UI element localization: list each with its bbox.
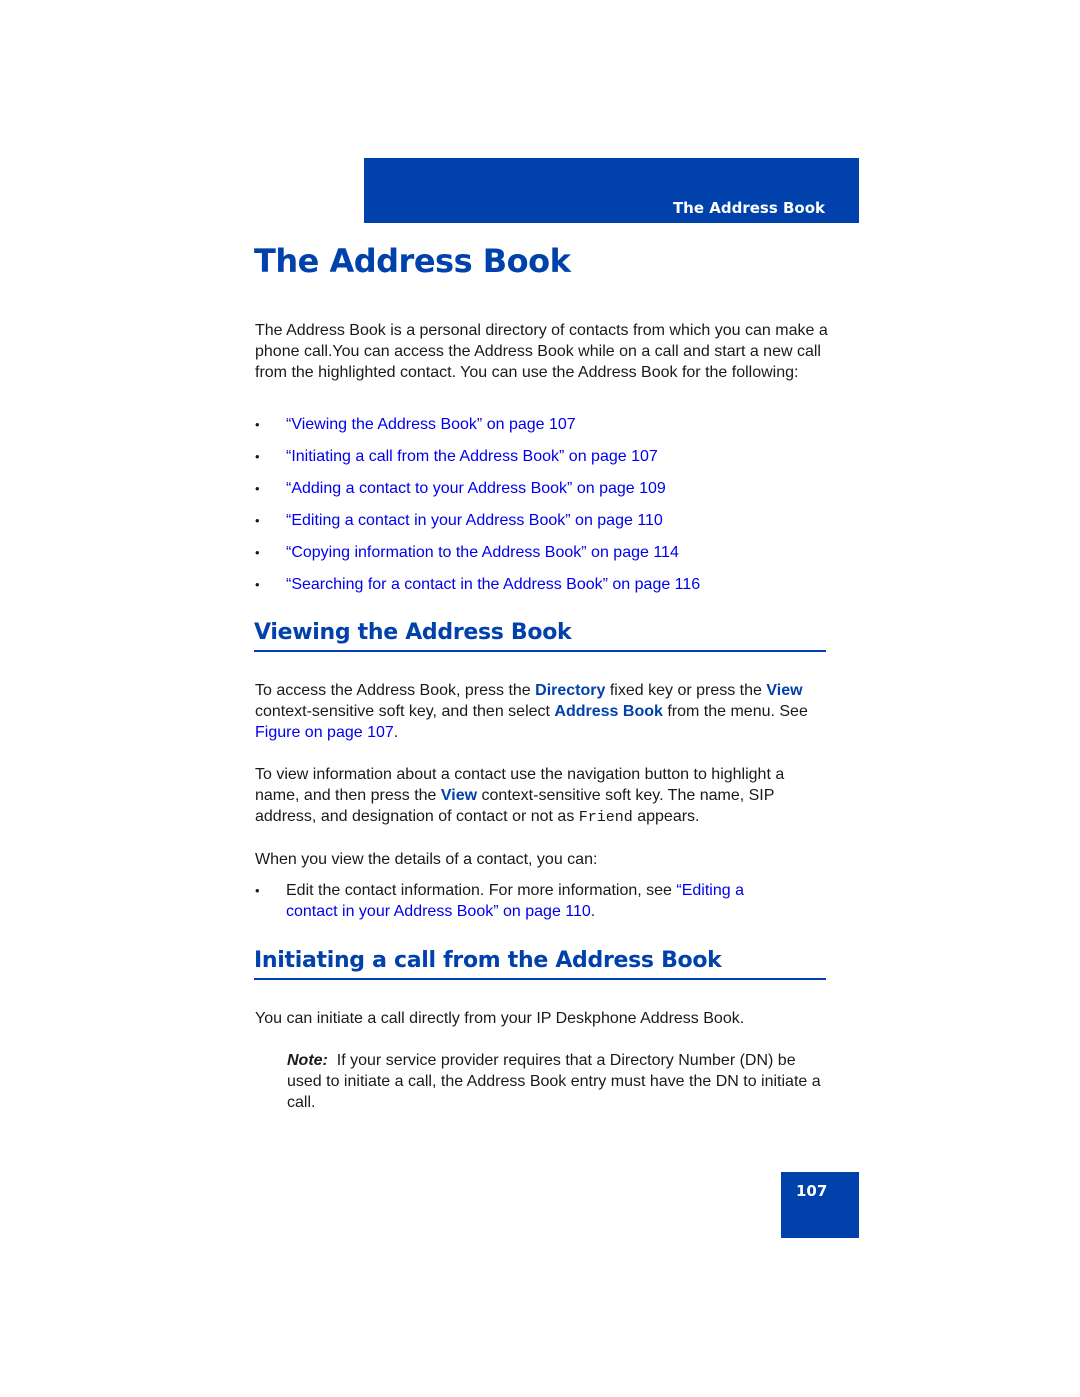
list-item: • “Searching for a contact in the Address… [255, 574, 700, 606]
viewing-paragraph-1: To access the Address Book, press the Di… [255, 680, 830, 743]
link-editing[interactable]: “Editing a contact in your Address Book”… [286, 512, 663, 529]
link-figure[interactable]: Figure on page 107 [255, 724, 394, 741]
link-viewing[interactable]: “Viewing the Address Book” on page 107 [286, 416, 576, 433]
list-item: • “Copying information to the Address Boo… [255, 542, 700, 574]
viewing-paragraph-2: To view information about a contact use … [255, 764, 830, 828]
initiating-paragraph: You can initiate a call directly from yo… [255, 1010, 745, 1027]
viewing-paragraph-3: When you view the details of a contact, … [255, 851, 598, 868]
text-run: . [590, 903, 596, 920]
keyword-address-book: Address Book [554, 703, 663, 720]
list-item: • “Viewing the Address Book” on page 107 [255, 414, 700, 446]
bullet-icon: • [255, 545, 260, 560]
text-run: appears. [632, 808, 700, 825]
heading-initiating: Initiating a call from the Address Book [254, 948, 826, 980]
text-run: To access the Address Book, press the [255, 682, 536, 699]
running-header-title: The Address Book [672, 199, 825, 217]
bullet-icon: • [255, 513, 260, 528]
text-run: Edit the contact information. For more i… [286, 882, 677, 899]
keyword-view: View [440, 787, 478, 804]
text-run: from the menu. See [662, 703, 808, 720]
intro-paragraph: The Address Book is a personal directory… [255, 322, 828, 381]
list-item: • “Initiating a call from the Address Boo… [255, 446, 700, 478]
link-copying[interactable]: “Copying information to the Address Book… [286, 544, 679, 561]
page-number-box: 107 [781, 1172, 859, 1238]
text-run: . [393, 724, 399, 741]
code-friend: Friend [578, 809, 633, 826]
bullet-icon: • [255, 577, 260, 592]
link-searching[interactable]: “Searching for a contact in the Address … [286, 576, 700, 593]
note-label: Note: [287, 1052, 328, 1069]
note-text: If your service provider requires that a… [287, 1052, 826, 1111]
list-item: • “Adding a contact to your Address Book”… [255, 478, 700, 510]
bullet-icon: • [255, 449, 260, 464]
note: Note: If your service provider requires … [287, 1050, 832, 1113]
heading-viewing: Viewing the Address Book [254, 620, 826, 652]
keyword-directory: Directory [535, 682, 606, 699]
section-link-list: • “Viewing the Address Book” on page 107 … [255, 414, 700, 606]
page-number: 107 [796, 1182, 828, 1200]
viewing-bullet: • Edit the contact information. For more… [255, 880, 796, 922]
text-run: fixed key or press the [605, 682, 767, 699]
page-title: The Address Book [254, 242, 571, 280]
link-initiating[interactable]: “Initiating a call from the Address Book… [286, 448, 658, 465]
keyword-view: View [766, 682, 803, 699]
bullet-icon: • [255, 417, 260, 432]
bullet-icon: • [255, 481, 260, 496]
running-header-bar: The Address Book [364, 158, 859, 223]
text-run: context-sensitive soft key, and then sel… [255, 703, 555, 720]
link-adding[interactable]: “Adding a contact to your Address Book” … [286, 480, 666, 497]
list-item: • “Editing a contact in your Address Book… [255, 510, 700, 542]
bullet-icon: • [255, 883, 260, 898]
